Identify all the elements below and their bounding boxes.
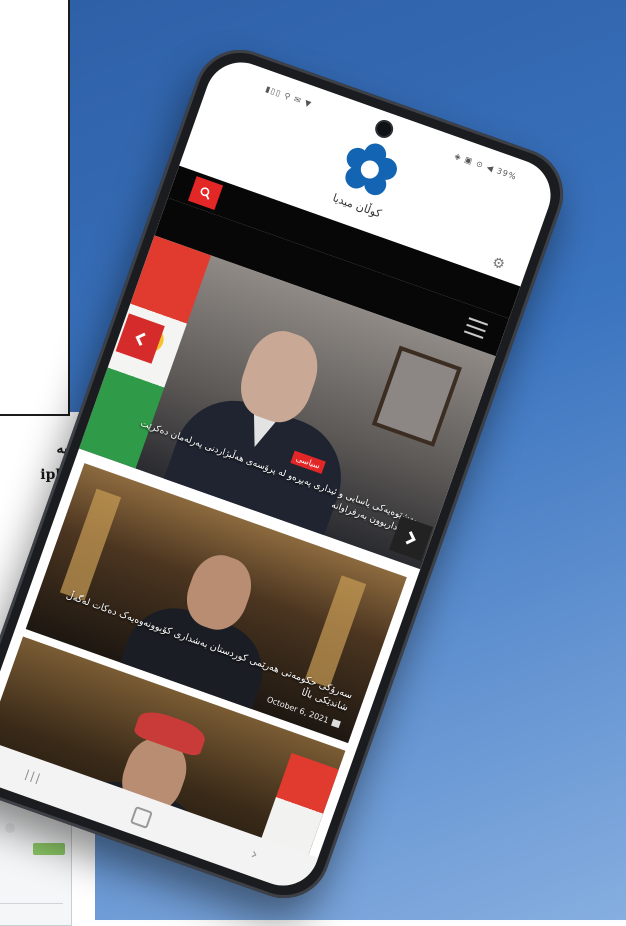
- calendar-icon: [331, 718, 341, 729]
- search-icon: [200, 187, 210, 200]
- home-icon[interactable]: [129, 805, 153, 829]
- hamburger-menu-icon[interactable]: [463, 317, 489, 339]
- chevron-right-icon: [405, 531, 416, 545]
- document-frame: [0, 0, 70, 416]
- wall-picture: [371, 345, 462, 447]
- back-icon[interactable]: ›: [248, 844, 260, 864]
- chevron-left-icon: [135, 332, 146, 346]
- panel-dot: [5, 823, 15, 833]
- green-badge: [33, 843, 65, 855]
- decor-pillar: [304, 575, 367, 688]
- search-button[interactable]: [188, 176, 224, 210]
- recent-apps-icon[interactable]: |||: [23, 768, 43, 786]
- decor-pillar: [59, 488, 122, 602]
- panel-divider: [0, 903, 63, 904]
